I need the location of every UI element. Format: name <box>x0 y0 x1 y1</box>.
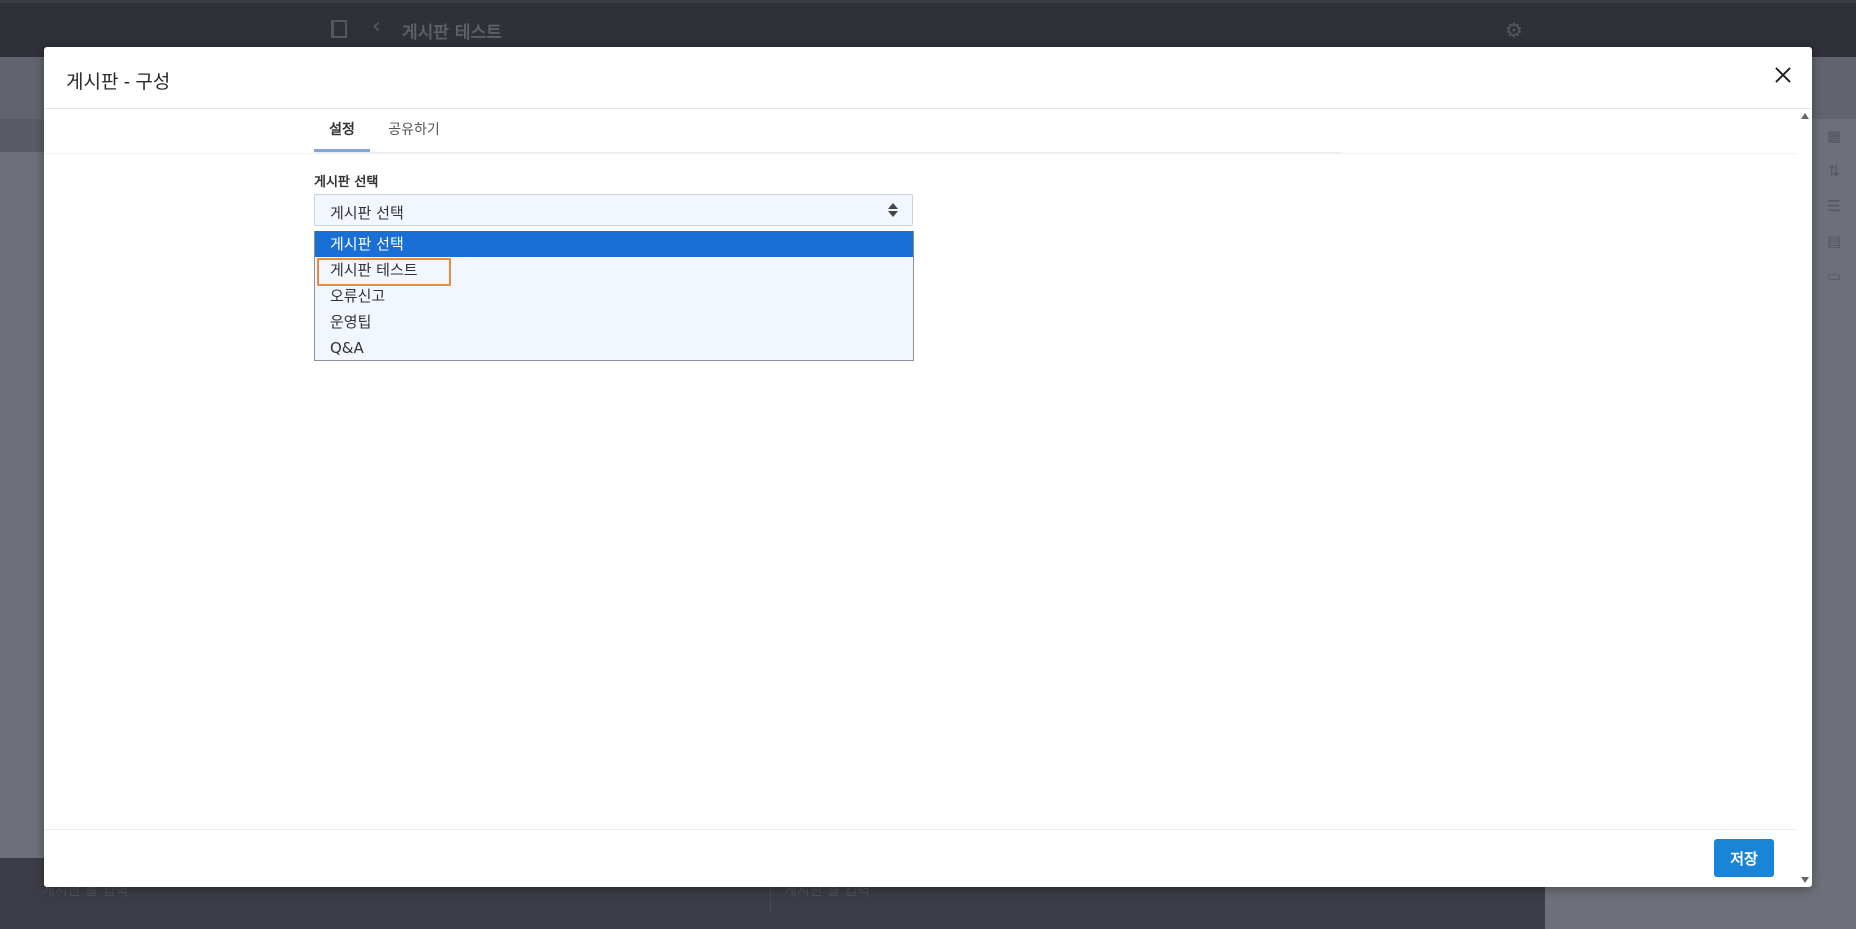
dropdown-option[interactable]: 운영팁 <box>315 309 913 335</box>
dropdown-option-label: 오류신고 <box>330 287 386 305</box>
paint-roller-icon: ▤ <box>1826 232 1842 250</box>
background-page-title: 게시판 테스트 <box>402 23 502 43</box>
gear-icon: ⚙ <box>1505 18 1523 42</box>
list-icon: ☰ <box>1827 197 1841 215</box>
modal-title: 게시판 - 구성 <box>66 72 171 93</box>
tabs-divider <box>44 153 1796 154</box>
modal-header: 게시판 - 구성 <box>44 47 1812 109</box>
tab-sharing[interactable]: 공유하기 <box>384 108 444 152</box>
tab-settings[interactable]: 설정 <box>314 108 370 152</box>
grid-icon: ▦ <box>1826 127 1842 145</box>
comment-icon: ▭ <box>1826 267 1842 285</box>
dropdown-option-label: Q&A <box>330 339 364 357</box>
modal-tabs: 설정 공유하기 <box>314 108 1342 153</box>
background-right-rail: ▦ ⇅ ☰ ▤ ▭ <box>1812 119 1856 929</box>
sidebar-toggle-icon <box>331 20 347 38</box>
dropdown-option[interactable]: 오류신고 <box>315 283 913 309</box>
board-select-dropdown: 게시판 선택 게시판 테스트 오류신고 운영팁 Q&A <box>314 231 914 361</box>
dropdown-option[interactable]: 게시판 테스트 <box>315 257 913 286</box>
select-arrows-icon <box>888 201 898 219</box>
configure-board-modal: 게시판 - 구성 설정 공유하기 게시판 선택 게시판 선택 게시판 선택 게시… <box>44 47 1812 887</box>
topbar-edge <box>0 0 1856 3</box>
sort-icon: ⇅ <box>1827 162 1841 180</box>
board-select-label: 게시판 선택 <box>314 175 379 190</box>
focus-outline <box>317 258 451 286</box>
save-button[interactable]: 저장 <box>1714 839 1774 877</box>
scroll-up-arrow-icon[interactable] <box>1801 113 1809 119</box>
dropdown-option[interactable]: Q&A <box>315 335 913 361</box>
dropdown-option[interactable]: 게시판 선택 <box>315 231 913 257</box>
dropdown-option-label: 게시판 선택 <box>330 235 404 253</box>
scroll-down-arrow-icon[interactable] <box>1801 877 1809 883</box>
footer-divider <box>44 829 1796 830</box>
board-select-value: 게시판 선택 <box>330 204 404 222</box>
board-select[interactable]: 게시판 선택 <box>314 194 913 226</box>
dropdown-option-label: 운영팁 <box>330 313 372 331</box>
close-icon[interactable] <box>1772 64 1794 86</box>
back-chevron-icon: ‹ <box>372 14 381 39</box>
